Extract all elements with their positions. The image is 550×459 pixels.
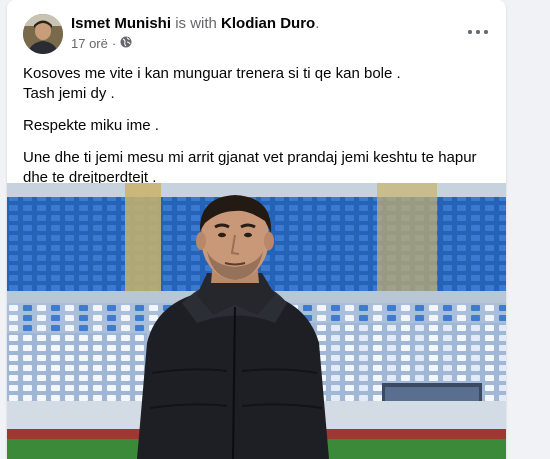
post-line: Une dhe ti jemi mesu mi arrit gjanat vet… [23, 149, 477, 166]
post-time[interactable]: 17 orë [71, 36, 108, 51]
post-line: Kosoves me vite i kan munguar trenera si… [23, 65, 401, 82]
period: . [315, 15, 320, 32]
author-name[interactable]: Ismet Munishi [71, 15, 171, 32]
more-options-icon[interactable] [464, 22, 492, 42]
globe-icon [120, 36, 132, 51]
post-photo[interactable] [7, 183, 506, 459]
post-text: Kosoves me vite i kan munguar trenera si… [23, 64, 493, 200]
meta-separator: · [111, 36, 117, 51]
post-paragraph: Une dhe ti jemi mesu mi arrit gjanat vet… [23, 148, 493, 188]
post-line: Tash jemi dy . [23, 85, 115, 102]
post-paragraph: Kosoves me vite i kan munguar trenera si… [23, 64, 493, 104]
post-paragraph: Respekte miku ime . [23, 116, 493, 136]
post-card: Ismet Munishi is with Klodian Duro. 17 o… [7, 0, 506, 459]
tagged-name[interactable]: Klodian Duro [221, 15, 315, 32]
with-text: is with [175, 15, 217, 32]
post-header: Ismet Munishi is with Klodian Duro. [71, 15, 319, 32]
post-line: Respekte miku ime . [23, 117, 159, 134]
post-meta: 17 orë · [71, 36, 132, 51]
author-avatar[interactable] [23, 14, 63, 54]
stadium-photo [7, 183, 506, 459]
